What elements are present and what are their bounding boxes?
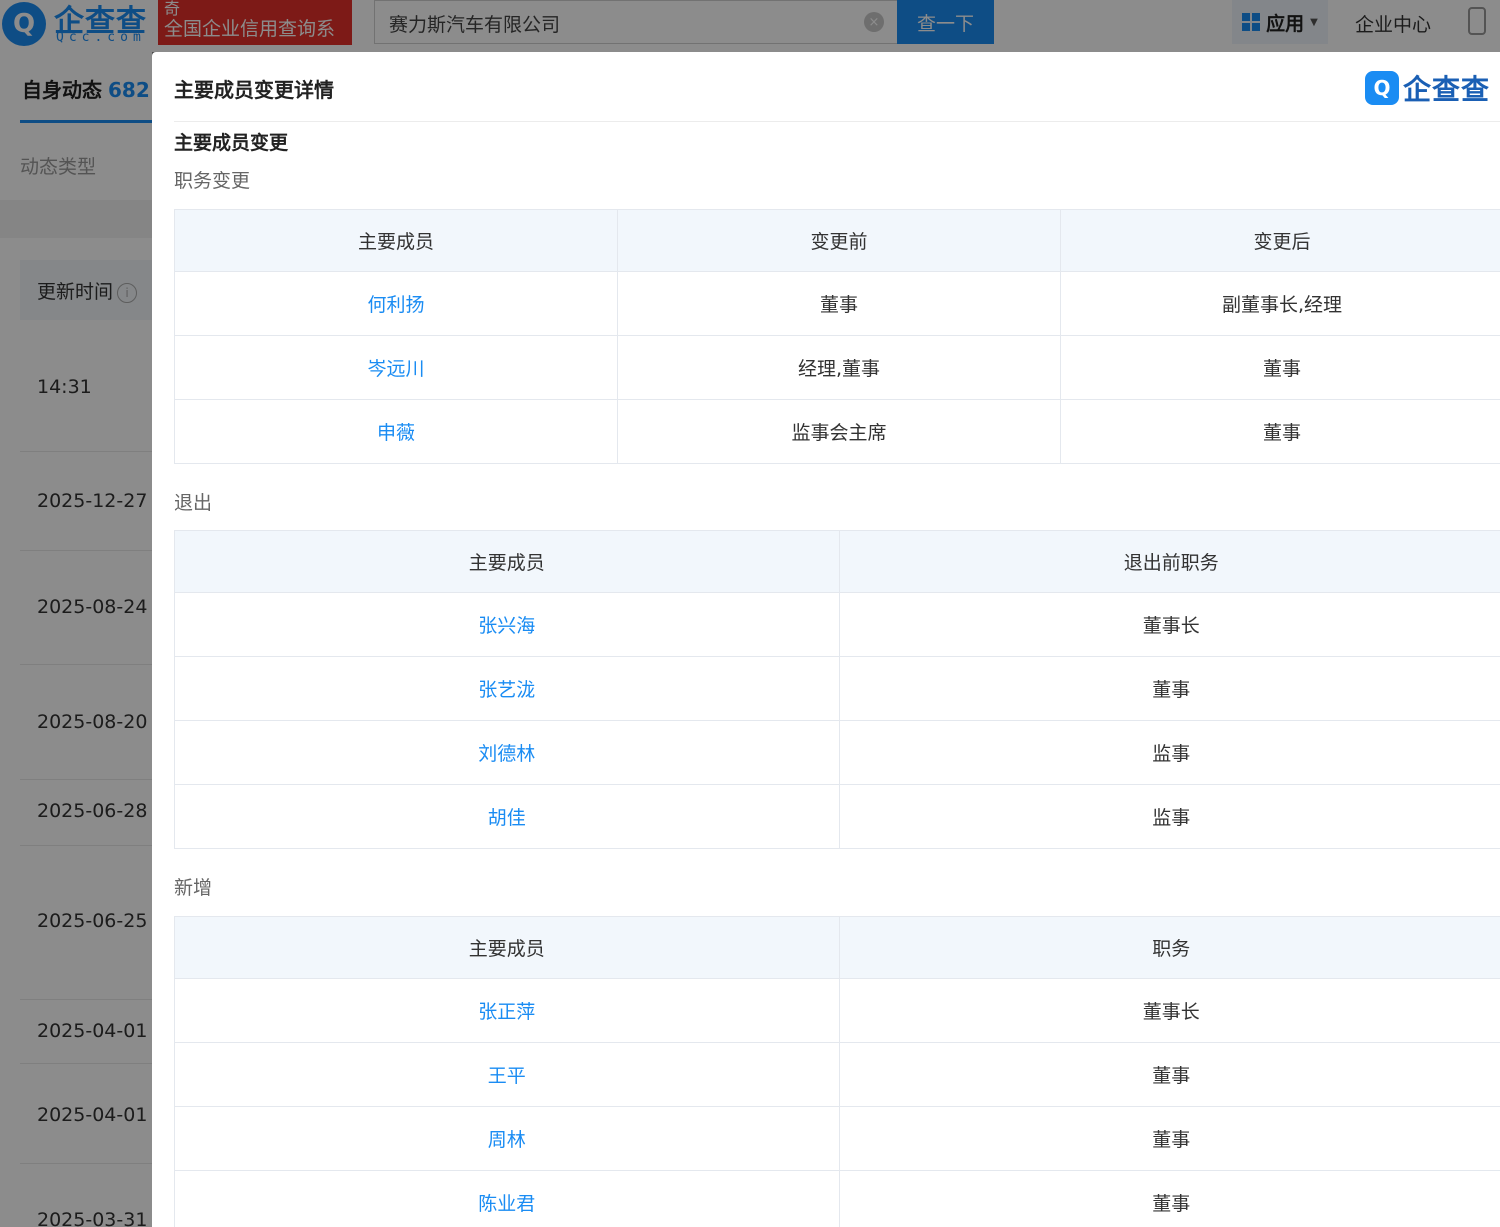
table-row: 张艺泷 董事: [174, 656, 1500, 721]
role-before: 经理,董事: [617, 335, 1061, 400]
column-header: 主要成员: [174, 530, 840, 593]
member-name-link[interactable]: 何利扬: [174, 271, 618, 336]
modal-logo-text: 企查查: [1403, 73, 1491, 106]
table-header-row: 主要成员 职务: [174, 916, 1500, 979]
role: 董事长: [838, 978, 1500, 1043]
added-label: 新增: [174, 877, 213, 899]
table-row: 申薇 监事会主席 董事: [174, 399, 1500, 464]
table-row: 张正萍 董事长: [174, 978, 1500, 1043]
member-name-link[interactable]: 王平: [174, 1042, 840, 1107]
role-after: 董事: [1060, 335, 1500, 400]
role: 董事: [838, 1170, 1500, 1227]
member-name-link[interactable]: 陈业君: [174, 1170, 840, 1227]
table-row: 王平 董事: [174, 1042, 1500, 1107]
qcc-logo-icon: Q: [1365, 71, 1399, 105]
role-before: 董事: [617, 271, 1061, 336]
table-header-row: 主要成员 退出前职务: [174, 530, 1500, 593]
section-title: 主要成员变更: [174, 132, 289, 154]
table-row: 何利扬 董事 副董事长,经理: [174, 271, 1500, 336]
member-name-link[interactable]: 张兴海: [174, 592, 840, 657]
table-row: 陈业君 董事: [174, 1170, 1500, 1227]
member-change-modal: 主要成员变更详情 Q 企查查 主要成员变更 职务变更 主要成员 变更前 变更后 …: [152, 52, 1500, 1227]
role: 董事: [838, 1106, 1500, 1171]
role: 董事: [838, 1042, 1500, 1107]
member-name-link[interactable]: 周林: [174, 1106, 840, 1171]
role-after: 副董事长,经理: [1060, 271, 1500, 336]
divider: [174, 121, 1500, 122]
modal-logo: Q 企查查: [1365, 68, 1490, 108]
role-before-exit: 董事长: [838, 592, 1500, 657]
member-name-link[interactable]: 刘德林: [174, 720, 840, 785]
column-header: 主要成员: [174, 916, 840, 979]
column-header: 变更后: [1060, 209, 1500, 272]
table-row: 张兴海 董事长: [174, 592, 1500, 657]
column-header: 变更前: [617, 209, 1061, 272]
table-row: 周林 董事: [174, 1106, 1500, 1171]
table-row: 刘德林 监事: [174, 720, 1500, 785]
member-name-link[interactable]: 岑远川: [174, 335, 618, 400]
table-row: 胡佳 监事: [174, 784, 1500, 849]
position-change-label: 职务变更: [174, 170, 251, 192]
member-name-link[interactable]: 申薇: [174, 399, 618, 464]
added-table: 主要成员 职务 张正萍 董事长 王平 董事 周林 董事 陈业君 董事: [174, 916, 1500, 1227]
position-change-table: 主要成员 变更前 变更后 何利扬 董事 副董事长,经理 岑远川 经理,董事 董事…: [174, 209, 1500, 464]
member-name-link[interactable]: 张艺泷: [174, 656, 840, 721]
table-row: 岑远川 经理,董事 董事: [174, 335, 1500, 400]
exit-table: 主要成员 退出前职务 张兴海 董事长 张艺泷 董事 刘德林 监事 胡佳 监事: [174, 530, 1500, 849]
member-name-link[interactable]: 张正萍: [174, 978, 840, 1043]
table-header-row: 主要成员 变更前 变更后: [174, 209, 1500, 272]
column-header: 职务: [838, 916, 1500, 979]
role-before-exit: 监事: [838, 720, 1500, 785]
column-header: 主要成员: [174, 209, 618, 272]
role-before-exit: 监事: [838, 784, 1500, 849]
exit-label: 退出: [174, 492, 213, 514]
role-before: 监事会主席: [617, 399, 1061, 464]
role-after: 董事: [1060, 399, 1500, 464]
modal-title: 主要成员变更详情: [174, 78, 334, 102]
column-header: 退出前职务: [838, 530, 1500, 593]
role-before-exit: 董事: [838, 656, 1500, 721]
member-name-link[interactable]: 胡佳: [174, 784, 840, 849]
